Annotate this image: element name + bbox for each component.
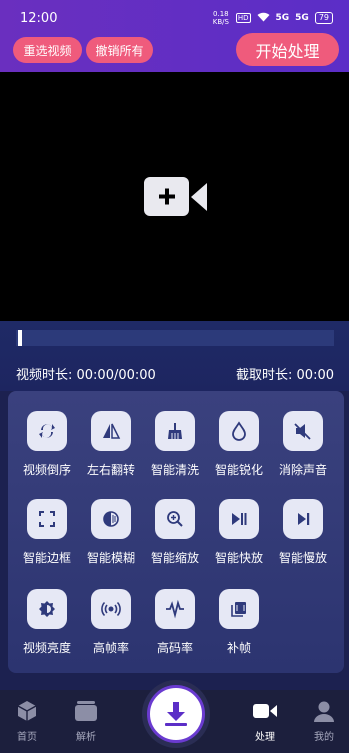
flip-icon[interactable]	[91, 411, 131, 451]
battery-icon: 79	[314, 12, 333, 24]
clip-duration: 截取时长: 00:00	[236, 368, 334, 383]
nav-item-parse[interactable]: 解析	[61, 690, 111, 743]
tool-mute[interactable]: 消除声音	[271, 411, 335, 478]
video-duration: 视频时长: 00:00/00:00	[16, 368, 156, 383]
tool-label: 智能边框	[22, 551, 71, 565]
tool-label: 高帧率	[92, 641, 129, 655]
slow-play-icon[interactable]	[283, 499, 323, 539]
tool-label: 视频倒序	[22, 463, 71, 477]
wifi-icon	[257, 12, 270, 25]
blur-icon[interactable]	[91, 499, 131, 539]
status-time: 12:00	[20, 10, 58, 26]
nav-item-mine[interactable]: 我的	[299, 690, 349, 743]
tool-label: 高码率	[156, 641, 193, 655]
timeline-handle[interactable]	[18, 330, 22, 346]
tool-reverse[interactable]: 视频倒序	[15, 411, 79, 478]
nav-label: 处理	[255, 732, 275, 743]
tool-slow[interactable]: 智能慢放	[271, 499, 335, 566]
download-icon	[165, 702, 187, 726]
zoom-icon[interactable]	[155, 499, 195, 539]
tool-frame[interactable]: 智能边框	[15, 499, 79, 566]
frame-icon[interactable]	[27, 499, 67, 539]
tool-label: 智能锐化	[214, 463, 263, 477]
tool-sharpen[interactable]: 智能锐化	[207, 411, 271, 478]
tool-high-fps[interactable]: 高帧率	[79, 589, 143, 656]
tool-clean[interactable]: 智能清洗	[143, 411, 207, 478]
cards-icon	[75, 701, 97, 721]
tool-label: 左右翻转	[86, 463, 135, 477]
timeline-track[interactable]	[16, 330, 334, 346]
tool-label: 补帧	[226, 641, 251, 655]
undo-all-button[interactable]: 撤销所有	[86, 37, 153, 63]
nav-item-home[interactable]: 首页	[2, 690, 52, 743]
start-processing-button[interactable]: 开始处理	[236, 33, 339, 66]
tool-label: 智能快放	[214, 551, 263, 565]
frames-icon[interactable]	[219, 589, 259, 629]
tool-brightness[interactable]: 视频亮度	[15, 589, 79, 656]
tool-blur[interactable]: 智能模糊	[79, 499, 143, 566]
nav-label: 首页	[17, 732, 37, 743]
signal-icon-1: 5G	[275, 13, 290, 23]
tool-label: 智能清洗	[150, 463, 199, 477]
tool-bitrate[interactable]: 高码率	[143, 589, 207, 656]
tool-frames[interactable]: 补帧	[207, 589, 271, 656]
fast-forward-icon[interactable]	[219, 499, 259, 539]
brightness-icon[interactable]	[27, 589, 67, 629]
drop-icon[interactable]	[219, 411, 259, 451]
tool-label: 智能缩放	[150, 551, 199, 565]
home-cube-icon	[17, 701, 37, 721]
top-toolbar: 重选视频 撤销所有 开始处理	[0, 33, 349, 72]
nav-label: 我的	[314, 732, 334, 743]
nav-item-process[interactable]: 处理	[240, 690, 290, 743]
time-row: 视频时长: 00:00/00:00 截取时长: 00:00	[16, 364, 334, 383]
net-speed: 0.18 KB/S	[212, 10, 229, 26]
add-video-icon[interactable]	[144, 176, 208, 222]
person-icon	[314, 701, 334, 722]
tool-fast[interactable]: 智能快放	[207, 499, 271, 566]
tool-label: 视频亮度	[22, 641, 71, 655]
tool-label: 智能慢放	[278, 551, 327, 565]
tool-flip[interactable]: 左右翻转	[79, 411, 143, 478]
status-icons: 0.18 KB/S HD 5G 5G 79	[212, 10, 333, 26]
tools-panel: 视频倒序 左右翻转 智能清洗 智能锐化 消除声音 智能边框 智能模糊 智能缩放 …	[8, 391, 344, 673]
timeline-area: 视频时长: 00:00/00:00 截取时长: 00:00	[0, 321, 349, 391]
reselect-video-button[interactable]: 重选视频	[13, 37, 82, 63]
status-bar: 12:00 0.18 KB/S HD 5G 5G 79	[0, 0, 349, 36]
high-fps-icon[interactable]	[91, 589, 131, 629]
signal-icon-2: 5G	[295, 13, 309, 23]
tool-zoom[interactable]: 智能缩放	[143, 499, 207, 566]
tool-label: 消除声音	[278, 463, 327, 477]
video-camera-icon	[253, 704, 277, 718]
download-button[interactable]	[147, 685, 205, 743]
mute-icon[interactable]	[283, 411, 323, 451]
hd-icon: HD	[235, 13, 251, 23]
reverse-icon[interactable]	[27, 411, 67, 451]
tool-label: 智能模糊	[86, 551, 135, 565]
bitrate-icon[interactable]	[155, 589, 195, 629]
broom-icon[interactable]	[155, 411, 195, 451]
nav-label: 解析	[76, 732, 96, 743]
